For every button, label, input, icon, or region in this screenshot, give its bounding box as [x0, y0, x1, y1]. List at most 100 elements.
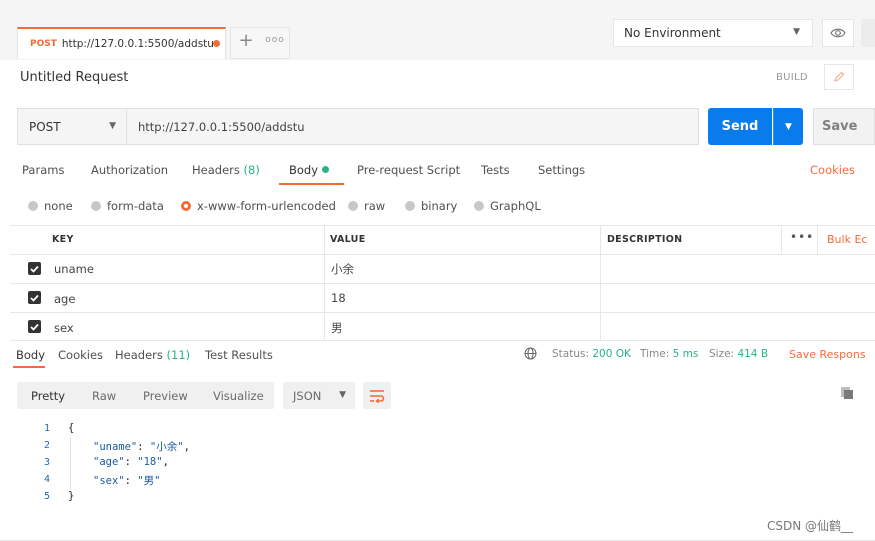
body-type-none[interactable]: none: [28, 199, 73, 213]
language-label: JSON: [293, 388, 322, 403]
tab-headers-label: Headers: [192, 163, 240, 177]
environment-quick-look-button[interactable]: [822, 19, 854, 47]
format-visualize[interactable]: Visualize: [213, 389, 264, 403]
status-label: Status:: [552, 348, 589, 360]
tab-settings[interactable]: Settings: [538, 163, 585, 177]
response-tab-headers-label: Headers: [115, 348, 163, 362]
tab-headers-count: (8): [243, 163, 260, 177]
body-type-graphql[interactable]: GraphQL: [474, 199, 541, 213]
time-readout[interactable]: Time: 5 ms: [640, 348, 698, 360]
chevron-down-icon: ▼: [339, 390, 346, 400]
row-value[interactable]: 小余: [331, 261, 354, 277]
body-type-label: binary: [421, 199, 458, 213]
body-type-urlencoded[interactable]: x-www-form-urlencoded: [181, 199, 336, 213]
status-readout[interactable]: Status: 200 OK: [552, 348, 631, 360]
line-number: 4: [43, 474, 50, 485]
format-raw[interactable]: Raw: [92, 389, 116, 403]
url-input[interactable]: http://127.0.0.1:5500/addstu: [126, 108, 699, 145]
watermark: CSDN @仙鹤__: [767, 519, 854, 533]
line-number: 1: [43, 423, 50, 434]
method-select[interactable]: POST ▼: [17, 108, 127, 145]
brace: }: [68, 490, 75, 502]
row-value[interactable]: 18: [331, 291, 346, 305]
radio-icon: [474, 201, 484, 211]
check-icon: [30, 265, 39, 273]
body-type-label: none: [44, 199, 73, 213]
row-key[interactable]: sex: [54, 321, 74, 335]
body-type-raw[interactable]: raw: [348, 199, 385, 213]
tab-tests[interactable]: Tests: [481, 163, 510, 177]
json-key: "uname": [93, 441, 138, 453]
code-line[interactable]: {: [68, 422, 74, 434]
tab-headers[interactable]: Headers (8): [192, 163, 260, 177]
body-type-form-data[interactable]: form-data: [91, 199, 164, 213]
row-checkbox[interactable]: [28, 320, 41, 333]
radio-icon: [91, 201, 101, 211]
response-tab-body[interactable]: Body: [16, 348, 45, 362]
save-button[interactable]: Save: [813, 108, 875, 145]
tab-method: POST: [30, 39, 57, 49]
size-value: 414 B: [737, 348, 769, 360]
tab-params[interactable]: Params: [22, 163, 64, 177]
cookies-link[interactable]: Cookies: [810, 163, 855, 177]
code-line[interactable]: "uname": "小余",: [93, 439, 190, 454]
new-tab-button[interactable]: +: [234, 28, 258, 52]
body-type-label: raw: [364, 199, 386, 213]
table-border: [10, 312, 875, 313]
time-value: 5 ms: [672, 348, 699, 360]
globe-icon[interactable]: [524, 347, 537, 363]
request-tab[interactable]: POST http://127.0.0.1:5500/addstu: [17, 27, 226, 59]
active-dot-icon: [322, 166, 330, 173]
radio-icon: [348, 201, 358, 211]
table-border: [10, 340, 875, 341]
body-type-label: x-www-form-urlencoded: [197, 199, 336, 213]
table-border: [10, 254, 875, 255]
tab-pre-request-script[interactable]: Pre-request Script: [357, 163, 460, 177]
line-number: 2: [43, 440, 50, 451]
row-key[interactable]: age: [54, 292, 75, 306]
column-key: KEY: [52, 234, 74, 245]
send-button[interactable]: Send: [708, 108, 772, 145]
row-checkbox[interactable]: [28, 262, 41, 275]
copy-button[interactable]: [840, 386, 854, 403]
edit-button[interactable]: [824, 64, 854, 90]
bulk-edit-link[interactable]: Bulk Ec: [827, 233, 867, 246]
request-title[interactable]: Untitled Request: [20, 70, 128, 85]
copy-icon: [841, 387, 853, 399]
table-border: [781, 225, 782, 254]
method-label: POST: [29, 119, 61, 134]
check-icon: [30, 294, 39, 302]
tab-body[interactable]: Body: [289, 163, 330, 177]
code-line[interactable]: "age": "18",: [93, 456, 169, 468]
code-line[interactable]: "sex": "男": [93, 473, 160, 488]
size-readout[interactable]: Size: 414 B: [709, 348, 768, 360]
row-value[interactable]: 男: [331, 320, 343, 336]
body-type-binary[interactable]: binary: [405, 199, 457, 213]
send-options-button[interactable]: ▼: [773, 108, 803, 145]
environment-select[interactable]: No Environment ▼: [613, 19, 813, 47]
row-key[interactable]: uname: [54, 262, 94, 276]
save-response-button[interactable]: Save Respons: [789, 348, 866, 361]
active-tab-indicator: [279, 183, 344, 185]
format-pretty[interactable]: Pretty: [31, 389, 65, 403]
column-description: DESCRIPTION: [607, 234, 683, 245]
time-label: Time:: [640, 348, 670, 360]
response-tab-headers-count: (11): [166, 348, 191, 362]
response-tab-cookies[interactable]: Cookies: [58, 348, 103, 362]
format-preview[interactable]: Preview: [143, 389, 188, 403]
settings-button[interactable]: [861, 19, 875, 47]
environment-label: No Environment: [624, 26, 721, 40]
row-checkbox[interactable]: [28, 291, 41, 304]
table-options-button[interactable]: •••: [790, 230, 814, 244]
more-tabs-button[interactable]: ooo: [262, 28, 288, 52]
language-select[interactable]: JSON ▼: [283, 382, 355, 409]
tab-authorization[interactable]: Authorization: [91, 163, 168, 177]
line-number: 5: [43, 491, 50, 502]
table-border: [600, 225, 601, 340]
response-tab-test-results[interactable]: Test Results: [205, 348, 273, 362]
wrap-lines-button[interactable]: [363, 382, 391, 409]
code-line[interactable]: }: [68, 490, 74, 502]
line-number: 3: [43, 457, 50, 468]
response-tab-headers[interactable]: Headers (11): [115, 348, 190, 362]
size-label: Size:: [709, 348, 735, 360]
